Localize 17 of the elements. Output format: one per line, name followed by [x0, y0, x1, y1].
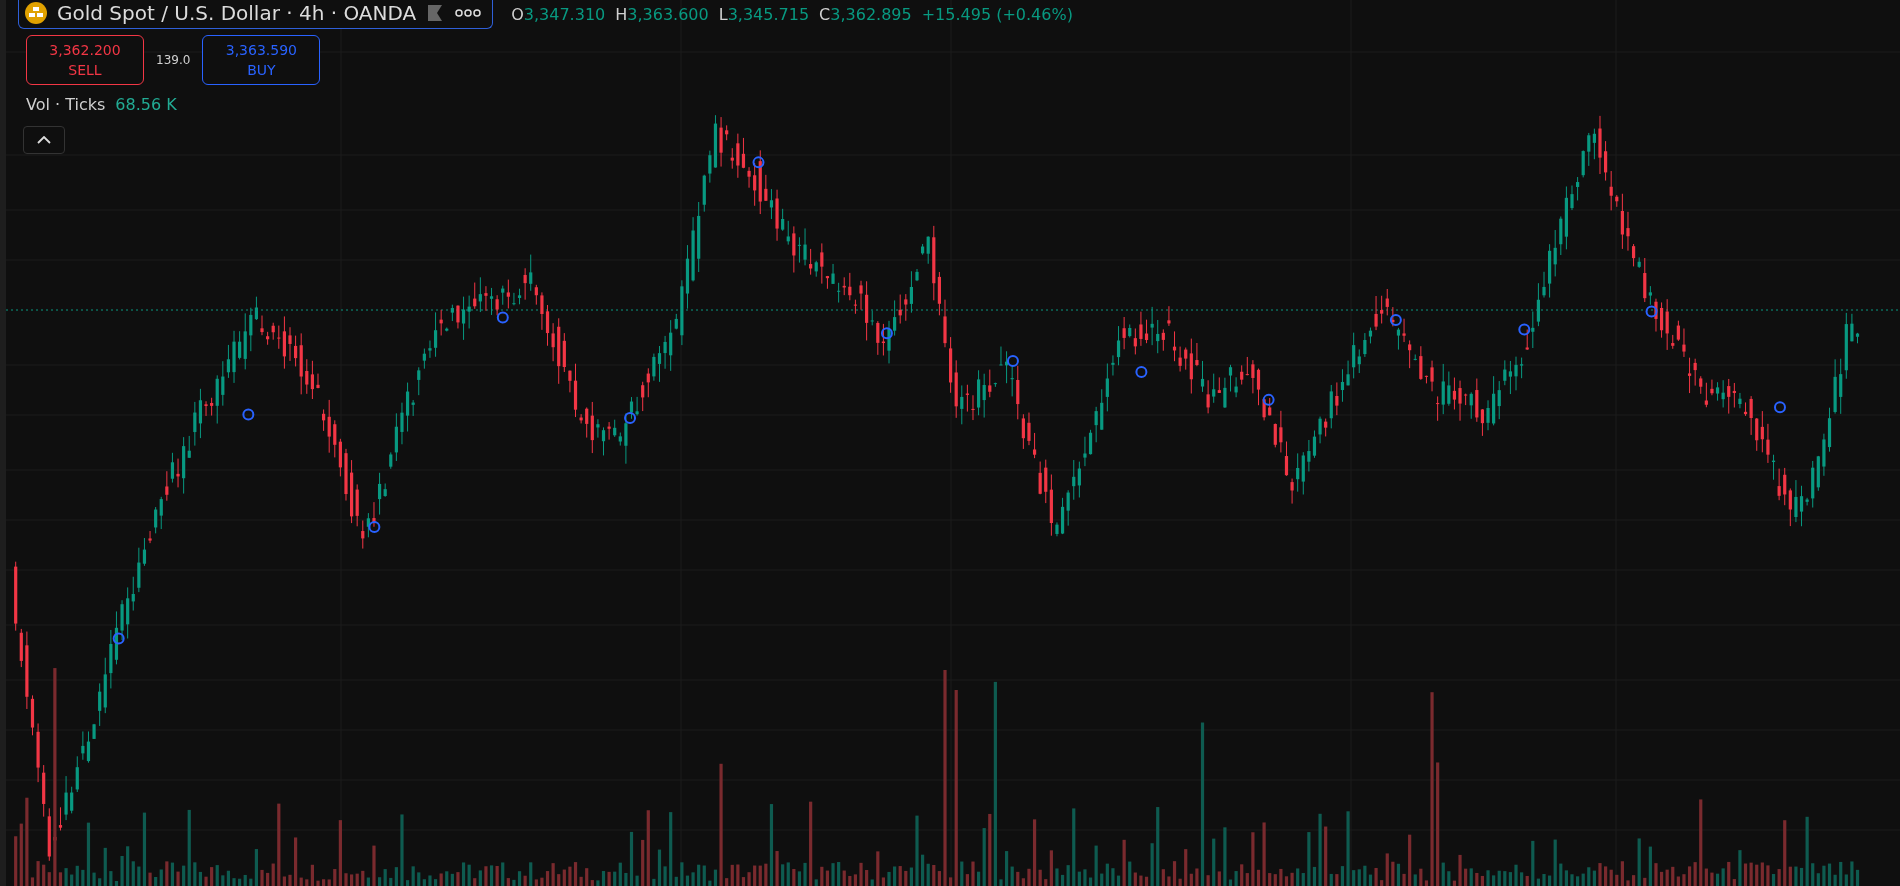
symbol-title: Gold Spot / U.S. Dollar · 4h · OANDA: [57, 1, 417, 25]
sell-button[interactable]: 3,362.200 SELL: [26, 35, 144, 85]
symbol-header[interactable]: Gold Spot / U.S. Dollar · 4h · OANDA: [18, 0, 494, 29]
volume-label: Vol · Ticks: [26, 95, 106, 114]
buy-button[interactable]: 3,363.590 BUY: [202, 35, 321, 85]
collapse-button[interactable]: [23, 126, 65, 154]
bars-coin-icon: [25, 2, 47, 24]
ohlc-value: C3,362.895: [819, 5, 912, 24]
spread-value: 139.0: [156, 53, 191, 67]
more-icon[interactable]: [454, 8, 483, 18]
ohlc-value: L3,345.715: [718, 5, 810, 24]
flag-icon[interactable]: [426, 4, 445, 22]
chevron-up-icon: [37, 136, 51, 144]
ohlc-value: H3,363.600: [615, 5, 709, 24]
price-change: +15.495 (+0.46%): [921, 5, 1073, 24]
ohlc-value: O3,347.310: [511, 5, 606, 24]
volume-value: 68.56 K: [115, 95, 177, 114]
